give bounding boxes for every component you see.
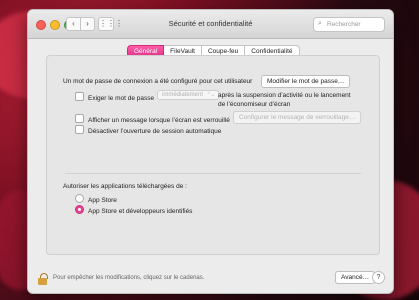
divider xyxy=(65,173,361,174)
require-password-label: Exiger le mot de passe xyxy=(88,95,155,102)
preferences-window: ‹ › ⋮⋮⋮ Sécurité et confidentialité ⌕ Re… xyxy=(27,9,394,294)
change-password-button[interactable]: Modifier le mot de passe… xyxy=(261,75,351,88)
help-button[interactable]: ? xyxy=(372,271,385,284)
lock-icon[interactable] xyxy=(37,273,48,285)
disable-autologin-row: Désactiver l’ouverture de session automa… xyxy=(75,125,221,135)
app-store-label: App Store xyxy=(88,197,117,204)
download-apps-heading: Autoriser les applications téléchargées … xyxy=(63,183,187,190)
identified-developers-label: App Store et développeurs identifiés xyxy=(88,208,193,215)
require-password-checkbox[interactable] xyxy=(75,92,84,101)
search-placeholder: Rechercher xyxy=(327,21,361,28)
show-message-checkbox[interactable] xyxy=(75,114,84,123)
chevron-updown-icon: ⌃⌄ xyxy=(206,92,215,98)
show-message-row: Afficher un message lorsque l’écran est … xyxy=(75,114,230,124)
disable-autologin-label: Désactiver l’ouverture de session automa… xyxy=(88,128,222,135)
search-input[interactable]: ⌕ Rechercher xyxy=(313,17,385,32)
titlebar: ‹ › ⋮⋮⋮ Sécurité et confidentialité ⌕ Re… xyxy=(28,10,393,39)
lock-message: Pour empêcher les modifications, cliquez… xyxy=(53,275,205,281)
configure-lock-message-button[interactable]: Configurer le message de verrouillage… xyxy=(233,111,362,124)
general-pane: Un mot de passe de connexion a été confi… xyxy=(46,55,380,255)
app-store-radio[interactable] xyxy=(75,194,84,203)
require-password-suffix-2: de l’économiseur d’écran xyxy=(218,101,291,108)
disable-autologin-checkbox[interactable] xyxy=(75,125,84,134)
require-password-delay-select[interactable]: immédiatement ⌃⌄ xyxy=(157,90,219,100)
option-identified-row[interactable]: App Store et développeurs identifiés xyxy=(75,205,192,215)
option-app-store-row[interactable]: App Store xyxy=(75,194,117,204)
require-password-suffix-1: après la suspension d’activité ou le lan… xyxy=(218,92,351,99)
require-password-row: Exiger le mot de passe xyxy=(75,92,154,102)
search-icon: ⌕ xyxy=(318,20,322,27)
show-message-label: Afficher un message lorsque l’écran est … xyxy=(88,117,230,124)
require-password-delay-value: immédiatement xyxy=(162,92,204,98)
password-status-text: Un mot de passe de connexion a été confi… xyxy=(63,78,253,85)
advanced-button[interactable]: Avancé… xyxy=(335,271,376,284)
identified-developers-radio[interactable] xyxy=(75,205,84,214)
